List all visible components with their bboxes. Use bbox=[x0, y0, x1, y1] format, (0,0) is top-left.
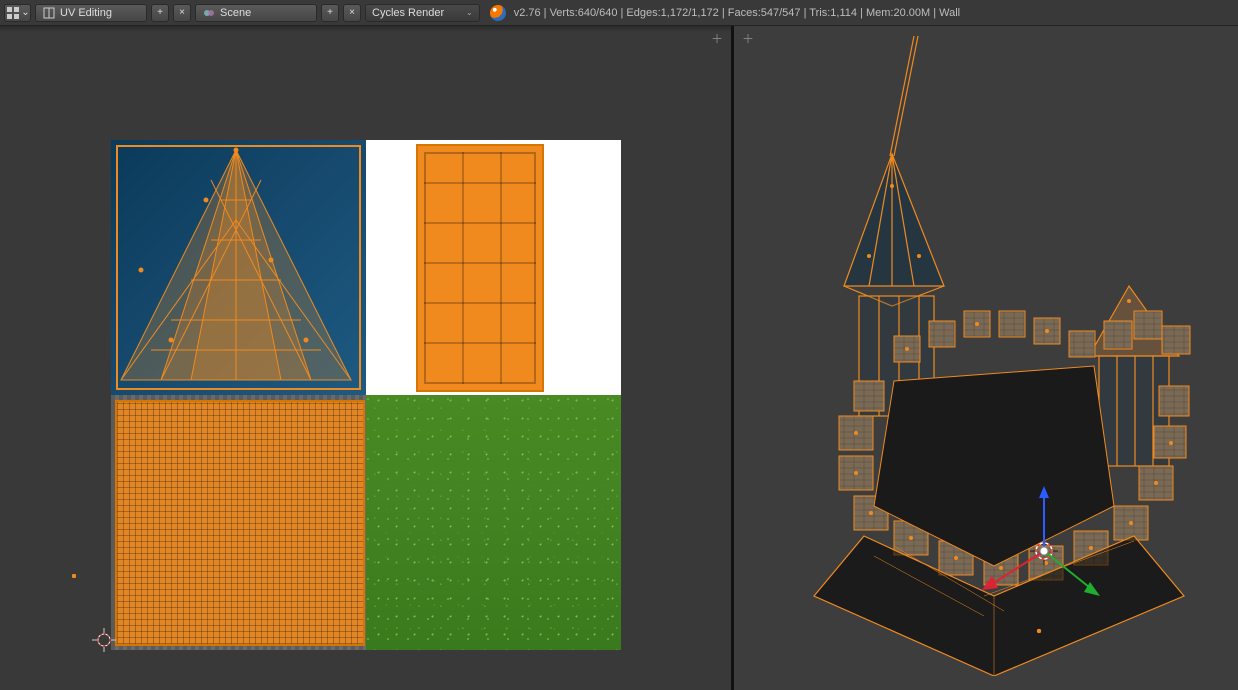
screen-layout-label: UV Editing bbox=[60, 7, 140, 19]
uv-image-editor[interactable]: ＋ bbox=[0, 26, 734, 690]
scene-label: Scene bbox=[220, 7, 310, 19]
info-header-bar: ⌄ UV Editing + × Scene + × Cycles Render… bbox=[0, 0, 1238, 26]
split-corner-icon[interactable]: ＋ bbox=[742, 32, 754, 44]
editor-type-menu-icon[interactable] bbox=[4, 4, 22, 22]
layout-icon bbox=[42, 6, 56, 20]
main-split: ＋ bbox=[0, 26, 1238, 690]
uv-texture-canvas[interactable] bbox=[111, 140, 621, 650]
3d-viewport[interactable]: ＋ bbox=[734, 26, 1238, 690]
split-corner-icon[interactable]: ＋ bbox=[711, 32, 723, 44]
scene-icon bbox=[202, 6, 216, 20]
scene-remove-button[interactable]: × bbox=[343, 4, 361, 22]
screen-layout-selector[interactable]: UV Editing bbox=[35, 4, 147, 22]
uv-stray-vertex bbox=[72, 574, 76, 578]
layout-remove-button[interactable]: × bbox=[173, 4, 191, 22]
grid-icon bbox=[7, 7, 19, 19]
scene-add-button[interactable]: + bbox=[321, 4, 339, 22]
chevron-down-icon: ⌄ bbox=[466, 8, 473, 17]
header-statistics: v2.76 | Verts:640/640 | Edges:1,172/1,17… bbox=[514, 7, 960, 19]
castle-wireframe bbox=[784, 36, 1204, 676]
editor-type-expand[interactable]: ⌄ bbox=[21, 4, 31, 22]
blender-logo-icon bbox=[490, 5, 506, 21]
render-engine-label: Cycles Render bbox=[372, 7, 462, 19]
uv-island-spire bbox=[111, 140, 366, 395]
uv-2d-cursor-icon bbox=[92, 628, 116, 652]
panel-top-shadow bbox=[0, 26, 731, 32]
layout-add-button[interactable]: + bbox=[151, 4, 169, 22]
texture-quadrant-bottom-right bbox=[366, 395, 621, 650]
scene-selector[interactable]: Scene bbox=[195, 4, 317, 22]
render-engine-selector[interactable]: Cycles Render ⌄ bbox=[365, 4, 480, 22]
uv-island-door bbox=[416, 144, 544, 392]
uv-island-dense bbox=[115, 400, 365, 646]
